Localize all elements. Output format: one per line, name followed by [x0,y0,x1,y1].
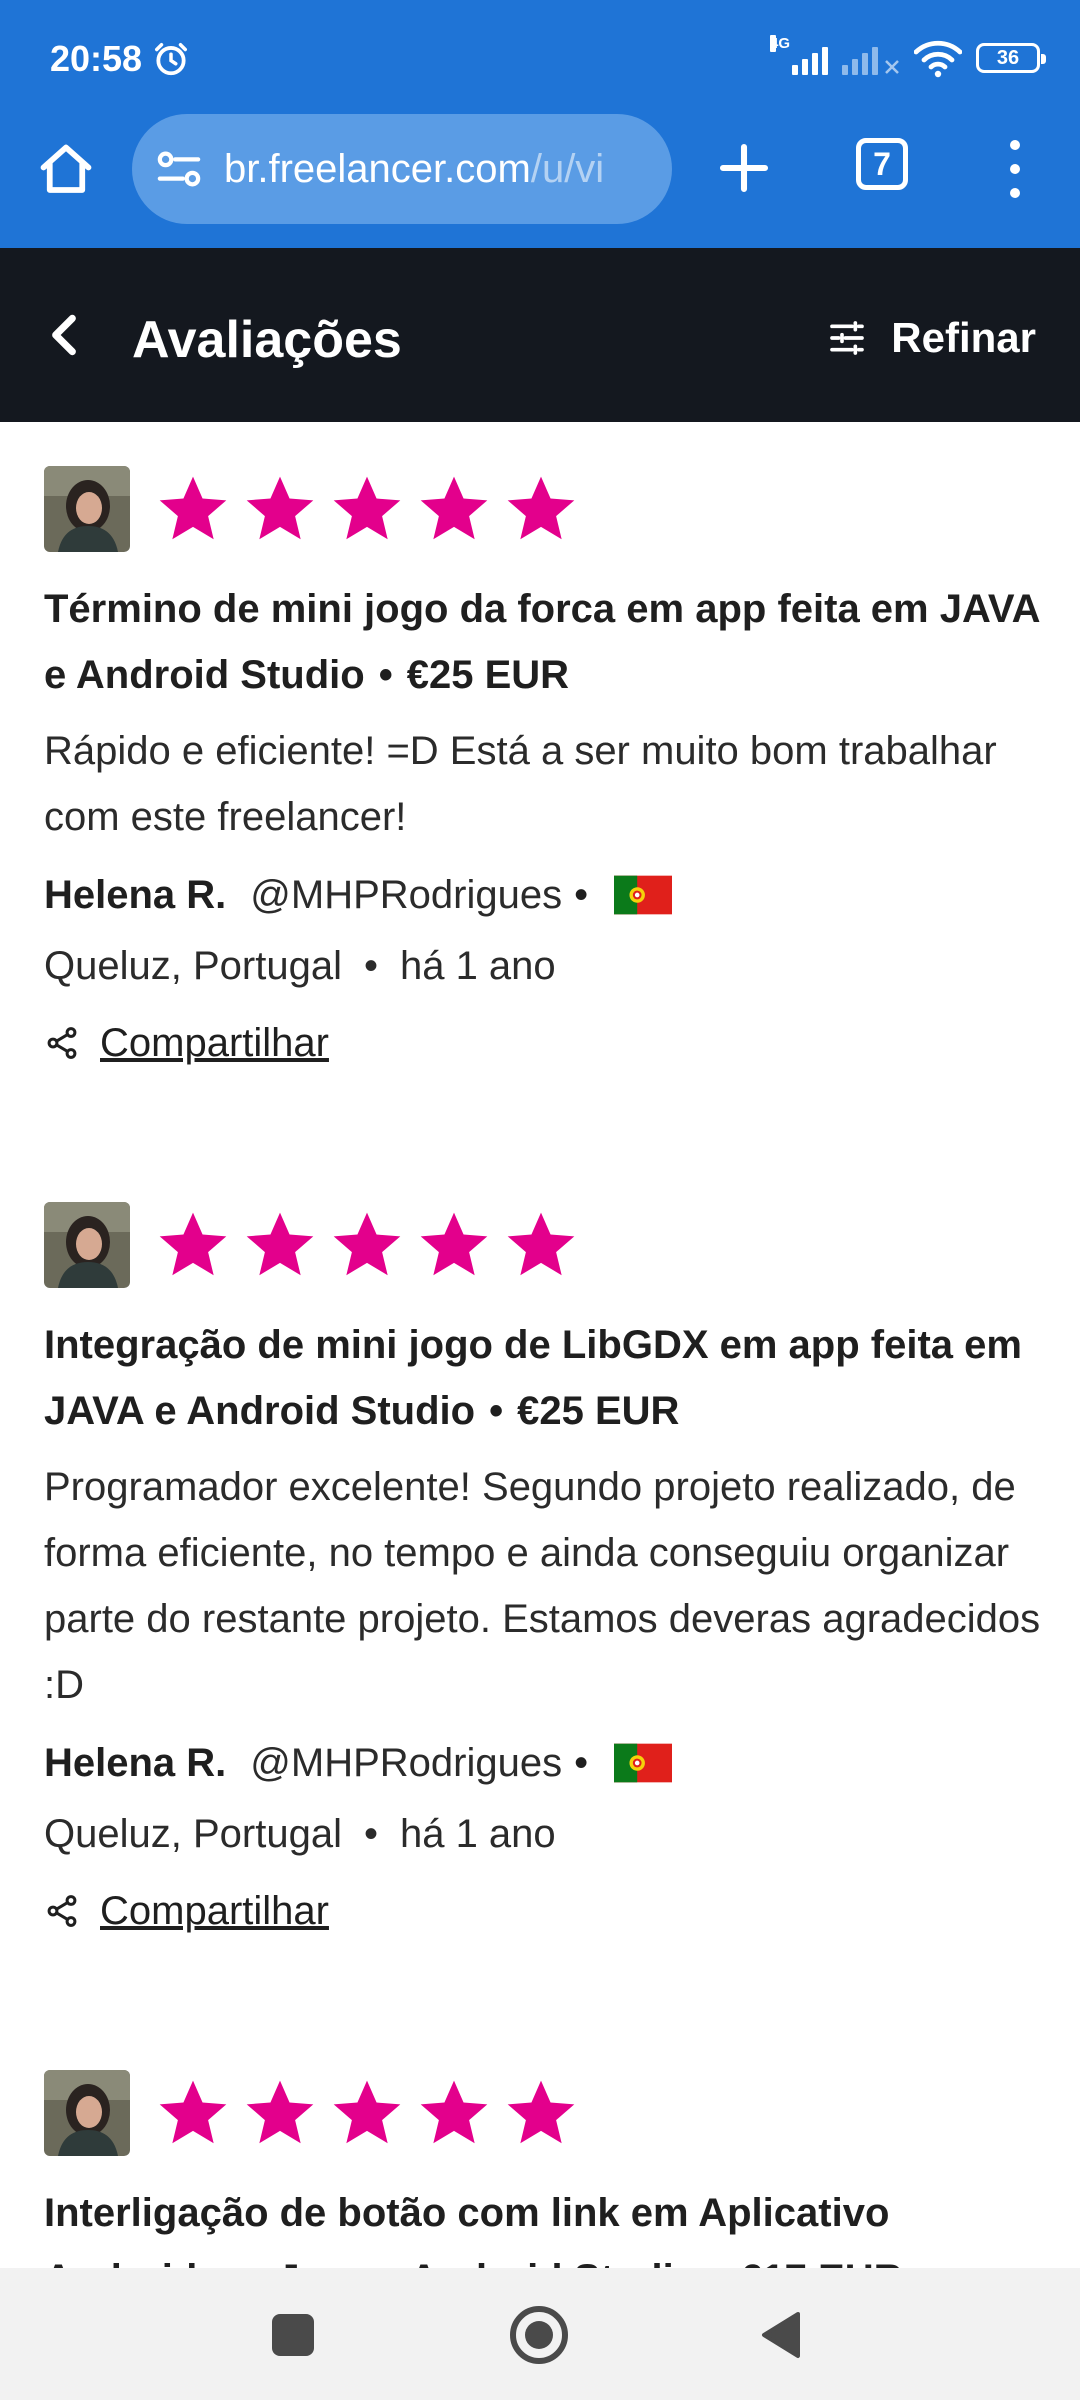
review-card: Integração de mini jogo de LibGDX em app… [44,1202,1044,1944]
share-icon [47,1027,77,1059]
star-icon [333,476,401,540]
more-menu-icon[interactable] [1000,134,1030,204]
site-settings-icon[interactable] [156,149,202,189]
review-time: há 1 ano [399,1812,556,1856]
system-navigation-bar [0,2268,1080,2400]
share-button[interactable]: Compartilhar [44,1010,1044,1076]
reviewer-info: Helena R. @MHPRodrigues • [44,1730,1044,1796]
reviewer-name[interactable]: Helena R. [44,1741,226,1786]
refine-label: Refinar [891,314,1036,361]
star-icon [159,1212,227,1276]
star-icon [159,2080,227,2144]
star-icon [507,1212,575,1276]
browser-toolbar: br.freelancer.com/u/vi 7 [0,110,1080,248]
battery-indicator: 36 [976,43,1046,73]
home-icon[interactable] [36,140,96,200]
status-bar: 20:58 4G 36 [0,0,1080,110]
refine-button[interactable]: Refinar [827,314,1036,362]
star-icon [246,476,314,540]
review-text: Rápido e eficiente! =D Está a ser muito … [44,729,997,839]
star-icon [507,476,575,540]
share-button[interactable]: Compartilhar [44,1878,1044,1944]
project-price: €25 EUR [406,653,570,697]
filter-sliders-icon [830,321,865,355]
reviews-list: Término de mini jogo da forca em app fei… [0,422,1080,2268]
alarm-icon [155,43,187,76]
review-project-title[interactable]: Interligação de botão com link em Aplica… [44,2180,1044,2268]
page-header: Avaliações Refinar [0,248,1080,422]
address-bar[interactable]: br.freelancer.com/u/vi [132,114,672,224]
review-header [44,2070,1044,2156]
reviewer-avatar[interactable] [44,466,130,552]
separator-dot: • [574,1740,589,1785]
url-path: /u/vi [530,146,605,191]
network-type-label: 4G [770,35,791,52]
review-project-title[interactable]: Término de mini jogo da forca em app fei… [44,576,1044,708]
star-icon [420,1212,488,1276]
rating-stars [156,2076,578,2150]
reviewer-handle[interactable]: @MHPRodrigues [250,1741,562,1786]
review-card: Interligação de botão com link em Aplica… [44,2070,1044,2268]
reviewer-avatar[interactable] [44,2070,130,2156]
star-icon [420,476,488,540]
reviewer-avatar[interactable] [44,1202,130,1288]
share-label: Compartilhar [100,1020,329,1065]
reviewer-name[interactable]: Helena R. [44,873,226,918]
home-circle-icon[interactable] [508,2304,570,2366]
reviewer-handle[interactable]: @MHPRodrigues [250,873,562,918]
star-icon [333,2080,401,2144]
share-icon [47,1895,77,1927]
project-price: €17 EUR [740,2257,902,2268]
reviewer-info: Helena R. @MHPRodrigues • [44,862,1044,928]
star-icon [333,1212,401,1276]
recent-apps-icon[interactable] [272,2314,314,2356]
new-tab-icon[interactable] [716,140,772,196]
rating-stars [156,472,578,546]
reviewer-location: Queluz, Portugal [44,944,342,988]
review-meta: Queluz, Portugal • há 1 ano [44,1796,1044,1872]
review-text: Programador excelente! Segundo projeto r… [44,1465,1041,1707]
review-card: Término de mini jogo da forca em app fei… [44,466,1044,1076]
review-time: há 1 ano [399,944,556,988]
rating-stars [156,1208,578,1282]
wifi-icon [914,40,962,78]
star-icon [246,1212,314,1276]
review-header [44,1202,1044,1288]
star-icon [159,476,227,540]
review-project-title[interactable]: Integração de mini jogo de LibGDX em app… [44,1312,1044,1444]
portugal-flag-icon [614,1743,673,1783]
review-header [44,466,1044,552]
url-host: br.freelancer.com [224,146,531,191]
reviewer-location: Queluz, Portugal [44,1812,342,1856]
status-time: 20:58 [50,38,143,79]
star-icon [420,2080,488,2144]
star-icon [507,2080,575,2144]
star-icon [246,2080,314,2144]
separator-dot: • [574,872,589,917]
project-price: €25 EUR [517,1389,680,1433]
share-label: Compartilhar [100,1888,329,1933]
portugal-flag-icon [614,875,673,915]
signal-no-service-icon [842,41,900,75]
page-title: Avaliações [132,311,402,369]
url-text: br.freelancer.com/u/vi [224,147,604,192]
signal-4g-icon: 4G [770,35,828,75]
review-meta: Queluz, Portugal • há 1 ano [44,928,1044,1004]
tab-switcher-button[interactable]: 7 [856,138,908,190]
back-triangle-icon[interactable] [758,2310,802,2360]
back-arrow-icon[interactable] [44,310,84,360]
status-icons: 4G 36 [770,35,1046,78]
